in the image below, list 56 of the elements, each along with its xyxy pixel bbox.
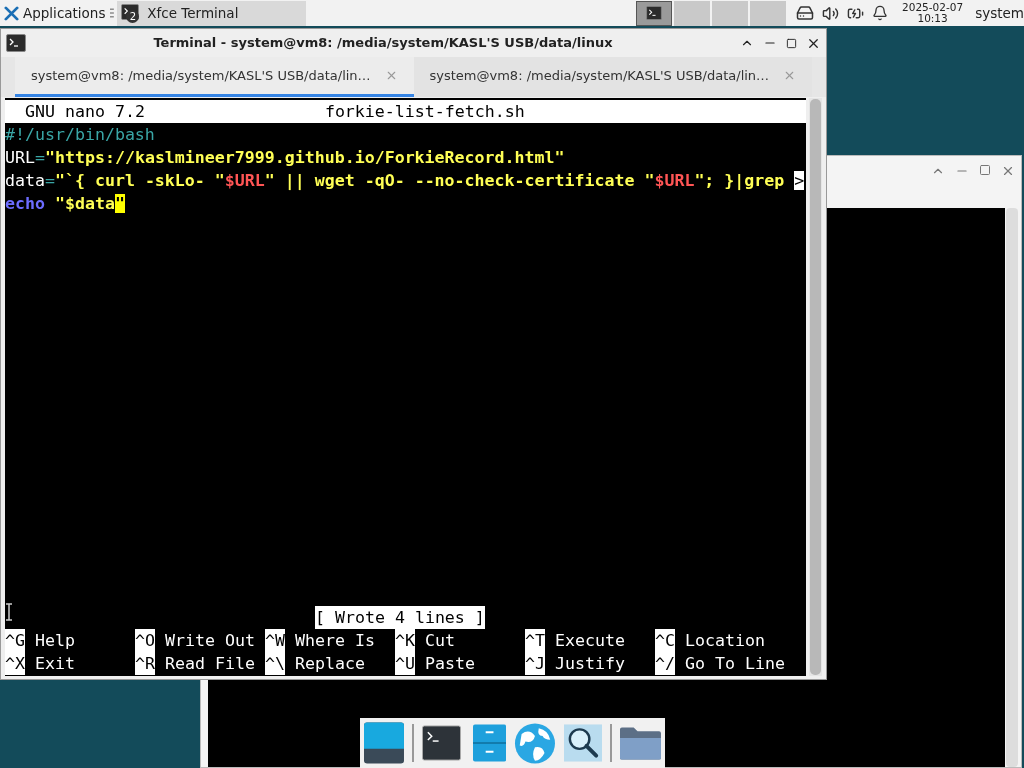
file-cabinet-icon[interactable] xyxy=(472,724,507,762)
shortcut-key: ^T xyxy=(525,629,545,652)
text-cursor-icon xyxy=(5,603,13,621)
code-line: URL="https://kaslmineer7999.github.io/ForkieRecord.html" xyxy=(5,147,565,169)
folder-icon[interactable] xyxy=(620,726,661,760)
status-message: [ Wrote 4 lines ] xyxy=(315,606,485,629)
nano-header: GNU nano 7.2 forkie-list-fetch.sh xyxy=(5,100,806,123)
code-line: echo "$data" xyxy=(5,193,125,215)
shortcut-key: ^/ xyxy=(655,652,675,675)
mouse-logo-icon xyxy=(4,5,19,21)
shortcut-key: ^C xyxy=(655,629,675,652)
globe-icon[interactable] xyxy=(514,721,557,765)
shortcut-label: Exit xyxy=(35,653,75,675)
code-line: #!/usr/bin/bash xyxy=(5,124,155,146)
drive-icon[interactable] xyxy=(796,4,814,22)
shortcut-key: ^W xyxy=(265,629,285,652)
terminal-tab[interactable]: system@vm8: /media/system/KASL'S USB/data/lin… xyxy=(15,57,414,97)
notification-bell-icon[interactable] xyxy=(872,5,888,21)
shortcut-label: Replace xyxy=(295,653,365,675)
shortcut-key: ^J xyxy=(525,652,545,675)
magnifier-icon[interactable] xyxy=(564,724,603,762)
close-tab-icon[interactable] xyxy=(783,69,796,82)
shortcut-key: ^K xyxy=(395,629,415,652)
applications-menu[interactable]: Applications xyxy=(0,0,110,26)
shortcut-label: Paste xyxy=(425,653,475,675)
workspace-button[interactable] xyxy=(636,0,672,26)
shortcut-label: Where Is xyxy=(295,630,375,652)
user-name[interactable]: system xyxy=(975,2,1024,24)
code-line: data="`{ curl -skLo- "$URL" || wget -qO- --no-check-certificate "$URL"; }|grep > xyxy=(5,170,805,192)
scrollbar[interactable] xyxy=(1006,208,1018,767)
maximize-icon[interactable] xyxy=(786,37,797,49)
shortcut-key: ^O xyxy=(135,629,155,652)
shortcut-label: Location xyxy=(685,630,765,652)
show-desktop-icon[interactable] xyxy=(364,722,404,764)
maximize-icon[interactable] xyxy=(979,164,991,176)
shortcut-label: Justify xyxy=(555,653,625,675)
shortcut-label: Write Out xyxy=(165,630,255,652)
shortcut-key: ^\ xyxy=(265,652,285,675)
scrollbar-thumb[interactable] xyxy=(810,99,821,675)
task-button[interactable]: 2 Xfce Terminal xyxy=(117,0,306,26)
shortcut-label: Help xyxy=(35,630,75,652)
clock[interactable]: 2025-02-07 10:13 xyxy=(898,2,968,24)
shortcut-label: Read File xyxy=(165,653,255,675)
shortcut-label: Cut xyxy=(425,630,455,652)
shortcut-key: ^G xyxy=(5,629,25,652)
terminal-icon xyxy=(645,6,663,20)
shortcut-key: ^R xyxy=(135,652,155,675)
terminal-icon[interactable] xyxy=(421,725,461,761)
window-title: Terminal - system@vm8: /media/system/KASL'S USB/data/linux xyxy=(152,34,614,53)
shortcut-key: ^U xyxy=(395,652,415,675)
shortcut-label: Execute xyxy=(555,630,625,652)
panel-handle-icon xyxy=(110,8,115,18)
shortcut-key: ^X xyxy=(5,652,25,675)
volume-icon[interactable] xyxy=(822,4,839,22)
terminal-icon xyxy=(6,34,26,52)
shortcut-label: Go To Line xyxy=(685,653,785,675)
